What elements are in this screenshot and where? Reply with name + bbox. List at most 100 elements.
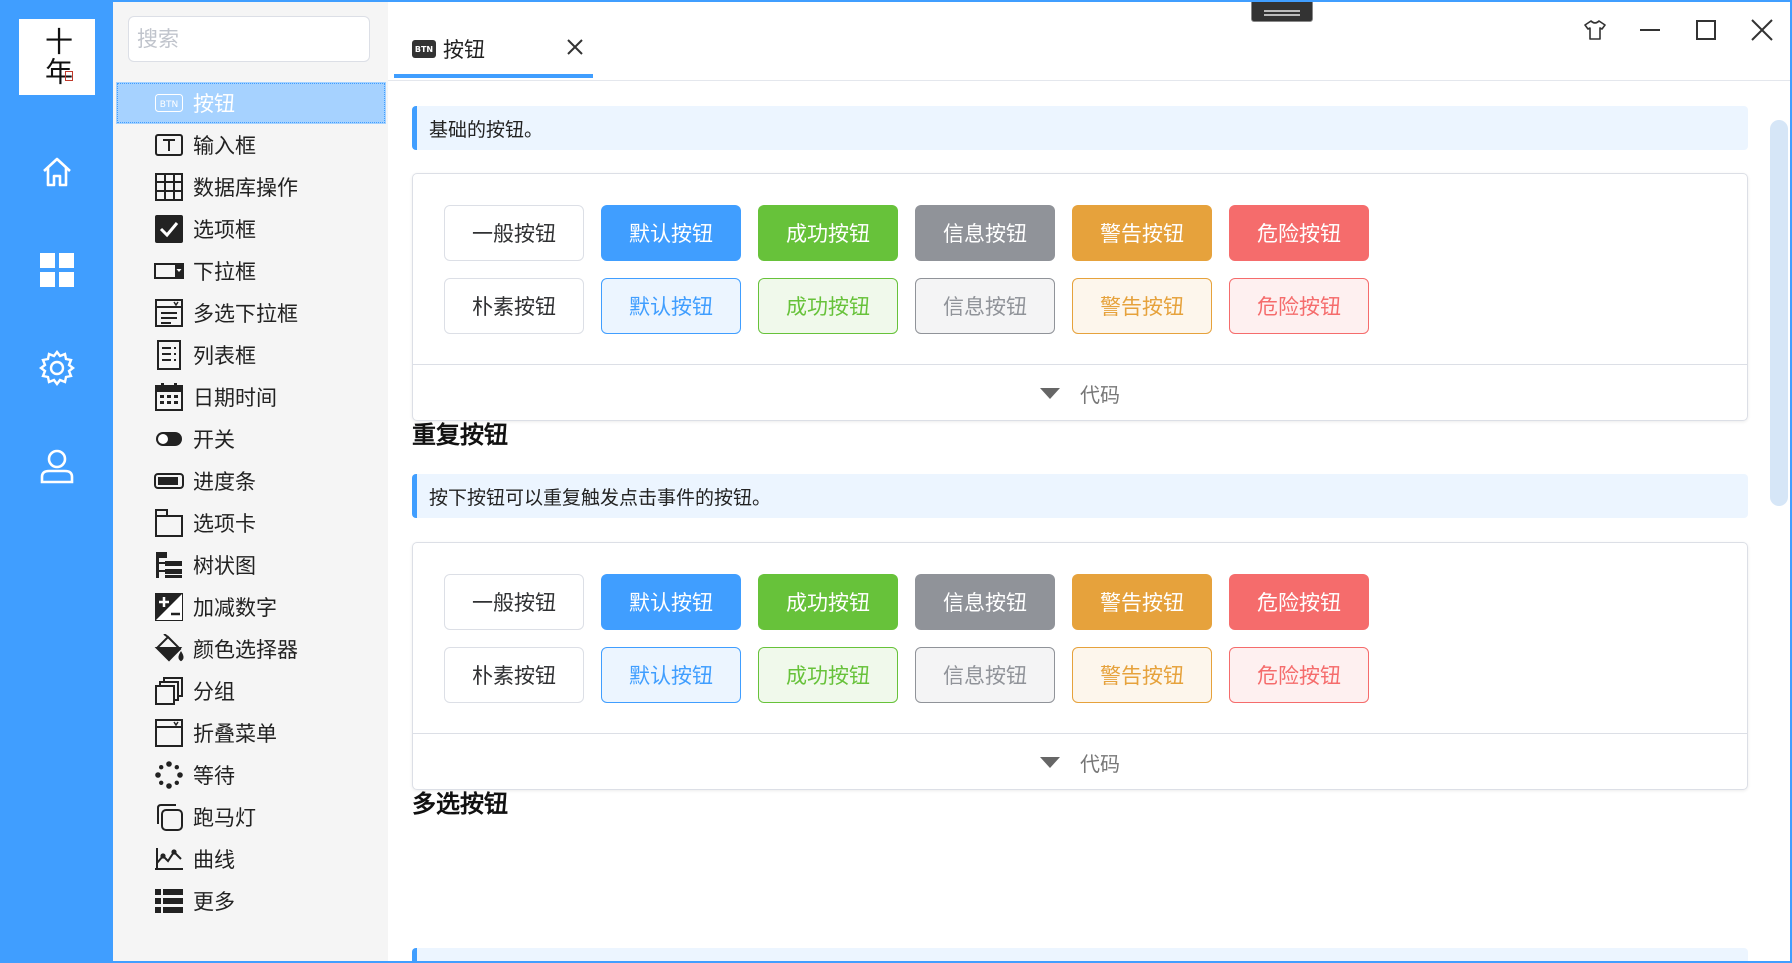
tab-button[interactable]: BTN 按钮 bbox=[394, 24, 593, 78]
app-logo: 十年 bbox=[19, 19, 95, 95]
warning-plain-button[interactable]: 警告按钮 bbox=[1072, 647, 1212, 703]
sidebar-item-label: 数据库操作 bbox=[193, 176, 298, 200]
table-icon bbox=[154, 172, 184, 202]
tree-icon bbox=[154, 550, 184, 580]
settings-icon[interactable] bbox=[33, 344, 81, 392]
left-rail: 十年 bbox=[0, 0, 113, 963]
success-button[interactable]: 成功按钮 bbox=[758, 574, 898, 630]
info-plain-button[interactable]: 信息按钮 bbox=[915, 647, 1055, 703]
sidebar-item-dropdown[interactable]: 下拉框 bbox=[116, 250, 386, 292]
tab-label: 按钮 bbox=[443, 38, 485, 62]
sidebar-item-label: 选项卡 bbox=[193, 512, 256, 536]
sidebar-item-multi-dropdown[interactable]: 多选下拉框 bbox=[116, 292, 386, 334]
sidebar-item-tabs[interactable]: 选项卡 bbox=[116, 502, 386, 544]
btn-icon: BTN bbox=[154, 88, 184, 118]
sidebar-item-label: 等待 bbox=[193, 764, 235, 788]
listbox-icon bbox=[154, 340, 184, 370]
sidebar-item-listbox[interactable]: 列表框 bbox=[116, 334, 386, 376]
sidebar-item-datetime[interactable]: 日期时间 bbox=[116, 376, 386, 418]
section-title: 多选按钮 bbox=[412, 790, 508, 818]
sidebar-item-checkbox[interactable]: 选项框 bbox=[116, 208, 386, 250]
success-button[interactable]: 成功按钮 bbox=[758, 205, 898, 261]
primary-button[interactable]: 默认按钮 bbox=[601, 205, 741, 261]
button-row: 一般按钮 默认按钮 成功按钮 信息按钮 警告按钮 危险按钮 bbox=[444, 205, 1369, 261]
collapse-icon bbox=[154, 718, 184, 748]
primary-plain-button[interactable]: 默认按钮 bbox=[601, 278, 741, 334]
svg-text:BTN: BTN bbox=[160, 100, 178, 110]
marquee-icon bbox=[154, 802, 184, 832]
caret-down-icon bbox=[1040, 756, 1060, 768]
code-label: 代码 bbox=[1080, 382, 1120, 407]
maximize-icon[interactable] bbox=[1686, 12, 1726, 48]
sidebar-item-input[interactable]: 输入框 bbox=[116, 124, 386, 166]
danger-button[interactable]: 危险按钮 bbox=[1229, 574, 1369, 630]
sidebar-item-color-picker[interactable]: 颜色选择器 bbox=[116, 628, 386, 670]
sidebar-item-label: 选项框 bbox=[193, 218, 256, 242]
sidebar-item-database[interactable]: 数据库操作 bbox=[116, 166, 386, 208]
danger-plain-button[interactable]: 危险按钮 bbox=[1229, 278, 1369, 334]
btn-icon: BTN bbox=[412, 40, 436, 58]
close-icon[interactable] bbox=[1742, 12, 1782, 48]
plain-button[interactable]: 朴素按钮 bbox=[444, 278, 584, 334]
button-row: 朴素按钮 默认按钮 成功按钮 信息按钮 警告按钮 危险按钮 bbox=[444, 647, 1369, 703]
code-toggle[interactable]: 代码 bbox=[413, 364, 1747, 421]
sidebar-item-tree[interactable]: 树状图 bbox=[116, 544, 386, 586]
scrollbar-thumb[interactable] bbox=[1770, 120, 1788, 506]
sidebar: BTN 按钮 输入框 数据库操作 选项框 下拉框 bbox=[113, 0, 388, 963]
sidebar-item-label: 折叠菜单 bbox=[193, 722, 277, 746]
sidebar-item-group[interactable]: 分组 bbox=[116, 670, 386, 712]
minimize-icon[interactable] bbox=[1630, 12, 1670, 48]
window-drag-handle[interactable] bbox=[1251, 0, 1313, 22]
code-toggle[interactable]: 代码 bbox=[413, 733, 1747, 790]
danger-button[interactable]: 危险按钮 bbox=[1229, 205, 1369, 261]
section-tip bbox=[412, 948, 1748, 963]
success-plain-button[interactable]: 成功按钮 bbox=[758, 278, 898, 334]
sidebar-item-collapse[interactable]: 折叠菜单 bbox=[116, 712, 386, 754]
sidebar-item-label: 树状图 bbox=[193, 554, 256, 578]
sidebar-item-label: 列表框 bbox=[193, 344, 256, 368]
textbox-icon bbox=[154, 130, 184, 160]
normal-button[interactable]: 一般按钮 bbox=[444, 205, 584, 261]
plain-button[interactable]: 朴素按钮 bbox=[444, 647, 584, 703]
sidebar-item-label: 分组 bbox=[193, 680, 235, 704]
chart-icon bbox=[154, 844, 184, 874]
dropdown-icon bbox=[154, 256, 184, 286]
sidebar-item-label: 颜色选择器 bbox=[193, 638, 298, 662]
sidebar-item-label: 更多 bbox=[193, 890, 235, 914]
sidebar-item-curve[interactable]: 曲线 bbox=[116, 838, 386, 880]
sidebar-item-button[interactable]: BTN 按钮 bbox=[116, 82, 386, 124]
warning-button[interactable]: 警告按钮 bbox=[1072, 205, 1212, 261]
success-plain-button[interactable]: 成功按钮 bbox=[758, 647, 898, 703]
primary-plain-button[interactable]: 默认按钮 bbox=[601, 647, 741, 703]
more-list-icon bbox=[154, 886, 184, 916]
toggle-icon bbox=[154, 424, 184, 454]
tab-close-icon[interactable] bbox=[563, 35, 587, 59]
sidebar-item-loading[interactable]: 等待 bbox=[116, 754, 386, 796]
search-input[interactable] bbox=[128, 16, 370, 62]
demo-panel: 一般按钮 默认按钮 成功按钮 信息按钮 警告按钮 危险按钮 朴素按钮 默认按钮 … bbox=[412, 173, 1748, 421]
sidebar-item-marquee[interactable]: 跑马灯 bbox=[116, 796, 386, 838]
primary-button[interactable]: 默认按钮 bbox=[601, 574, 741, 630]
info-button[interactable]: 信息按钮 bbox=[915, 574, 1055, 630]
dashboard-icon[interactable] bbox=[33, 246, 81, 294]
danger-plain-button[interactable]: 危险按钮 bbox=[1229, 647, 1369, 703]
info-plain-button[interactable]: 信息按钮 bbox=[915, 278, 1055, 334]
info-button[interactable]: 信息按钮 bbox=[915, 205, 1055, 261]
checkbox-icon bbox=[154, 214, 184, 244]
main-content: 基础的按钮。 一般按钮 默认按钮 成功按钮 信息按钮 警告按钮 危险按钮 朴素按… bbox=[388, 81, 1768, 963]
calendar-icon bbox=[154, 382, 184, 412]
home-icon[interactable] bbox=[33, 148, 81, 196]
sidebar-item-label: 跑马灯 bbox=[193, 806, 256, 830]
progress-icon bbox=[154, 466, 184, 496]
sidebar-item-progress[interactable]: 进度条 bbox=[116, 460, 386, 502]
normal-button[interactable]: 一般按钮 bbox=[444, 574, 584, 630]
user-icon[interactable] bbox=[33, 442, 81, 490]
sidebar-item-number[interactable]: 加减数字 bbox=[116, 586, 386, 628]
group-icon bbox=[154, 676, 184, 706]
button-row: 朴素按钮 默认按钮 成功按钮 信息按钮 警告按钮 危险按钮 bbox=[444, 278, 1369, 334]
warning-button[interactable]: 警告按钮 bbox=[1072, 574, 1212, 630]
sidebar-item-switch[interactable]: 开关 bbox=[116, 418, 386, 460]
warning-plain-button[interactable]: 警告按钮 bbox=[1072, 278, 1212, 334]
sidebar-item-more[interactable]: 更多 bbox=[116, 880, 386, 922]
skin-icon[interactable] bbox=[1575, 12, 1615, 48]
